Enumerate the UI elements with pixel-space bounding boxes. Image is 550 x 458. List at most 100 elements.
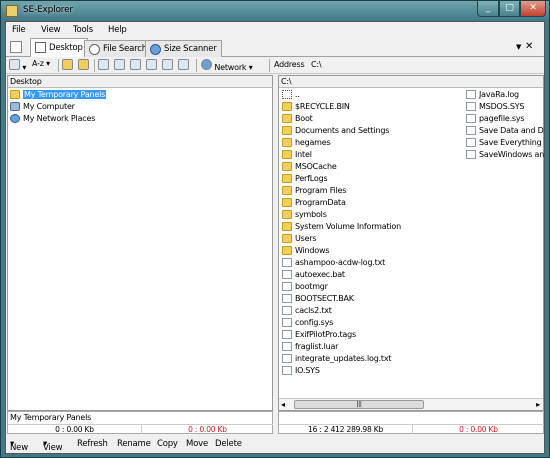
file-icon xyxy=(282,354,292,363)
map-drive-button[interactable] xyxy=(98,59,109,72)
view-mode-button[interactable]: ▾ xyxy=(9,59,26,72)
list-item[interactable]: BOOTSECT.BAK xyxy=(282,293,422,305)
list-item[interactable]: Intel xyxy=(282,149,422,161)
tab-desktop[interactable]: Desktop xyxy=(30,38,88,57)
move-button[interactable]: Move xyxy=(186,439,208,449)
left-panel: Desktop My Temporary Panels My Computer … xyxy=(7,75,273,411)
new-button[interactable]: New ▾ xyxy=(10,439,28,453)
folder-up-button[interactable] xyxy=(62,59,73,72)
folder-icon xyxy=(282,126,292,135)
user-icon xyxy=(146,59,157,70)
list-item[interactable]: cacls2.txt xyxy=(282,305,422,317)
list-item[interactable]: Save Data and Doc xyxy=(466,125,544,137)
list-item[interactable]: ashampoo-acdw-log.txt xyxy=(282,257,422,269)
folder-icon xyxy=(282,150,292,159)
list-item[interactable]: symbols xyxy=(282,209,422,221)
maximize-button[interactable]: □ xyxy=(499,1,520,17)
list-item[interactable]: System Volume Information xyxy=(282,221,422,233)
title-bar[interactable]: SE-Explorer _ □ ✕ xyxy=(1,1,549,21)
list-item[interactable]: MSOCache xyxy=(282,161,422,173)
list-item[interactable]: fraglist.luar xyxy=(282,341,422,353)
folder-icon xyxy=(282,222,292,231)
list-item[interactable]: Save Everything On xyxy=(466,137,544,149)
address-field[interactable]: C:\ xyxy=(311,60,322,73)
tab-list-arrow-icon[interactable]: ▼ xyxy=(516,43,521,51)
menu-help[interactable]: Help xyxy=(108,25,127,35)
folder-icon xyxy=(282,114,292,123)
list-item[interactable]: Boot xyxy=(282,113,422,125)
left-status: My Temporary Panels 0 : 0.00 Kb 0 : 0.00… xyxy=(7,411,273,434)
menu-tools[interactable]: Tools xyxy=(73,25,93,35)
sort-button[interactable]: A-z ▾ xyxy=(32,59,50,72)
right-status-count: 16 : 2 412 289.98 Kb xyxy=(279,424,412,434)
up-folder-icon xyxy=(282,90,292,99)
folder-icon xyxy=(282,210,292,219)
folder-icon xyxy=(282,174,292,183)
properties-button[interactable] xyxy=(178,59,189,72)
scroll-right-icon[interactable]: ▸ xyxy=(536,400,540,409)
list-item[interactable]: PerfLogs xyxy=(282,173,422,185)
list-item[interactable]: .. xyxy=(282,89,422,101)
list-item[interactable]: Documents and Settings xyxy=(282,125,422,137)
address-label: Address xyxy=(274,60,305,69)
folder-icon xyxy=(282,162,292,171)
file-icon xyxy=(282,270,292,279)
tab-label: Desktop xyxy=(49,43,83,53)
menu-file[interactable]: File xyxy=(12,25,26,35)
disconnect-drive-button[interactable] xyxy=(114,59,125,72)
list-item[interactable]: ExifPilotPro.tags xyxy=(282,329,422,341)
client-area: File View Tools Help Desktop File Search… xyxy=(5,21,545,454)
network-button[interactable]: Network ▾ xyxy=(201,59,253,72)
app-window: SE-Explorer _ □ ✕ File View Tools Help D… xyxy=(0,0,550,458)
copy-button[interactable]: Copy xyxy=(157,439,178,449)
list-item[interactable]: ProgramData xyxy=(282,197,422,209)
list-item[interactable]: Users xyxy=(282,233,422,245)
minimize-button[interactable]: _ xyxy=(477,1,499,17)
list-item[interactable]: IO.SYS xyxy=(282,365,422,377)
folder-button[interactable] xyxy=(78,59,89,72)
list-item[interactable]: SaveWindows and xyxy=(466,149,544,161)
magnifier-icon xyxy=(89,44,100,55)
drive-icon xyxy=(114,59,125,70)
list-item[interactable]: My Network Places xyxy=(10,113,106,125)
user-drive-button[interactable] xyxy=(162,59,173,72)
view-button[interactable]: View ▾ xyxy=(43,439,63,453)
delete-button[interactable]: Delete xyxy=(215,439,242,449)
list-item[interactable]: integrate_updates.log.txt xyxy=(282,353,422,365)
tab-file-search[interactable]: File Search xyxy=(84,40,152,57)
list-item[interactable]: Program Files xyxy=(282,185,422,197)
list-item[interactable]: My Temporary Panels xyxy=(10,89,107,101)
panel-icon[interactable] xyxy=(10,41,22,53)
close-tab-icon[interactable]: ✕ xyxy=(525,41,533,52)
refresh-button[interactable]: Refresh xyxy=(77,439,108,449)
folder-icon xyxy=(282,246,292,255)
list-item[interactable]: autoexec.bat xyxy=(282,269,422,281)
horizontal-scrollbar[interactable]: ◂ ||| ▸ xyxy=(279,398,543,410)
window-title: SE-Explorer xyxy=(23,5,73,15)
list-item[interactable]: $RECYCLE.BIN xyxy=(282,101,422,113)
command-bar: New ▾ View ▾ Refresh Rename Copy Move De… xyxy=(6,435,544,453)
scroll-thumb[interactable]: ||| xyxy=(294,400,424,409)
rename-button[interactable]: Rename xyxy=(117,439,151,449)
list-item[interactable]: MSDOS.SYS xyxy=(466,101,544,113)
file-icon xyxy=(466,138,476,147)
file-icon xyxy=(282,282,292,291)
file-icon xyxy=(282,294,292,303)
network-drive-button[interactable] xyxy=(130,59,141,72)
scroll-left-icon[interactable]: ◂ xyxy=(281,400,285,409)
pie-icon xyxy=(150,44,161,55)
list-item[interactable]: pagefile.sys xyxy=(466,113,544,125)
list-item[interactable]: bootmgr xyxy=(282,281,422,293)
user-button[interactable] xyxy=(146,59,157,72)
file-icon xyxy=(282,258,292,267)
list-item[interactable]: My Computer xyxy=(10,101,106,113)
menu-view[interactable]: View xyxy=(41,25,61,35)
toolbar: ▾ A-z ▾ Network ▾ Address C:\ xyxy=(6,57,544,74)
close-button[interactable]: ✕ xyxy=(520,1,546,17)
list-item[interactable]: hegames xyxy=(282,137,422,149)
list-item[interactable]: Windows xyxy=(282,245,422,257)
file-list-column-2: JavaRa.log MSDOS.SYS pagefile.sys Save Data… xyxy=(466,89,544,161)
tab-size-scanner[interactable]: Size Scanner xyxy=(145,40,222,57)
list-item[interactable]: JavaRa.log xyxy=(466,89,544,101)
list-item[interactable]: config.sys xyxy=(282,317,422,329)
